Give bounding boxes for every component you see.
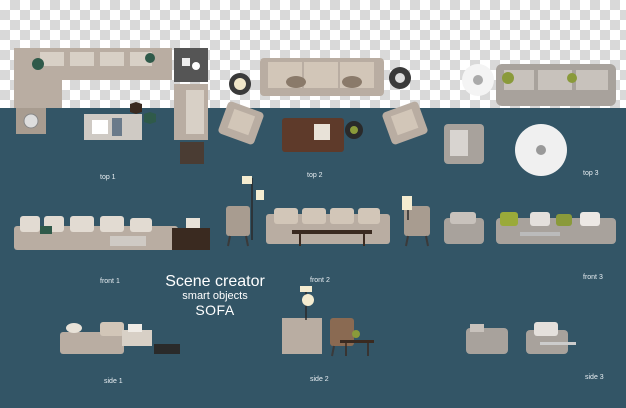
label-side-1: side 1	[104, 378, 123, 385]
front2-sofa	[266, 208, 390, 246]
label-front-1: front 1	[100, 278, 120, 285]
front3-armchair	[444, 212, 484, 244]
front2-armchair-left	[226, 176, 264, 247]
side2-furniture	[282, 286, 374, 357]
side3-furniture	[466, 322, 576, 354]
title-line-2: smart objects	[182, 290, 248, 302]
top3-sofa	[496, 64, 616, 106]
label-top-1: top 1	[100, 174, 116, 181]
front1-sofa	[14, 216, 210, 250]
front2-armchair-right	[402, 196, 430, 247]
title-line-1: Scene creator	[165, 273, 265, 290]
front3-sofa	[496, 212, 616, 244]
label-front-2: front 2	[310, 277, 330, 284]
label-front-3: front 3	[583, 274, 603, 281]
scene-creator-title: Scene creator smart objects SOFA	[150, 273, 280, 318]
label-top-2: top 2	[307, 172, 323, 179]
label-top-3: top 3	[583, 170, 599, 177]
title-line-3: SOFA	[195, 302, 235, 318]
sofa-scene-illustration	[14, 48, 616, 357]
top1-sectional-sofa	[14, 48, 172, 108]
top1-side-table	[174, 48, 208, 82]
top2-coffee-table	[282, 118, 344, 152]
label-side-2: side 2	[310, 376, 329, 383]
label-side-3: side 3	[585, 374, 604, 381]
side1-sofa	[60, 322, 180, 354]
top2-sofa	[260, 58, 384, 96]
